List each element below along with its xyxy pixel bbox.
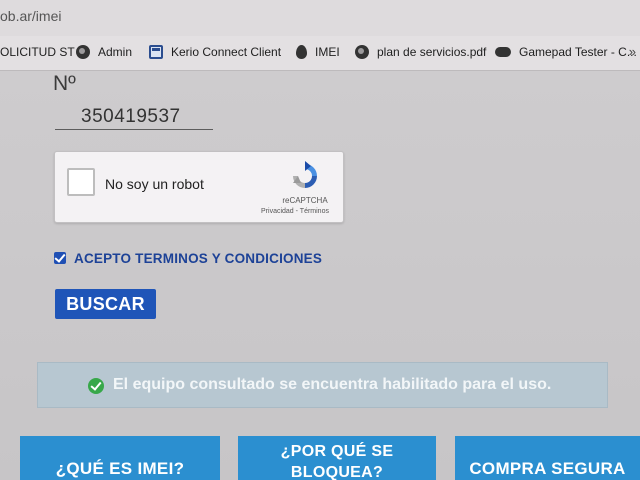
bookmark-plan[interactable]: plan de servicios.pdf	[355, 42, 486, 62]
what-is-imei-label: ¿QUÉ ES IMEI?	[55, 459, 185, 478]
search-button[interactable]: BUSCAR	[55, 289, 156, 319]
terms-label: ACEPTO TERMINOS Y CONDICIONES	[74, 250, 323, 266]
bookmark-solicitud[interactable]: OLICITUD ST	[0, 42, 75, 62]
bookmark-kerio[interactable]: Kerio Connect Client	[149, 42, 281, 62]
bookmark-label: plan de servicios.pdf	[377, 45, 487, 59]
what-is-imei-button[interactable]: ¿QUÉ ES IMEI?	[20, 436, 220, 480]
bookmarks-bar: OLICITUD ST Admin Kerio Connect Client I…	[0, 36, 640, 71]
bookmark-label: Kerio Connect Client	[171, 45, 282, 59]
address-bar[interactable]: ob.ar/imei	[0, 0, 640, 37]
recaptcha-label: No soy un robot	[105, 176, 204, 192]
recaptcha-links[interactable]: Privacidad - Términos	[255, 208, 335, 215]
bookmark-gamepad[interactable]: Gamepad Tester - C...	[495, 42, 637, 62]
kerio-icon	[149, 45, 163, 59]
bookmark-label: Gamepad Tester - C...	[519, 45, 637, 59]
terms-checkbox[interactable]	[54, 252, 66, 264]
drop-icon	[296, 45, 307, 59]
globe-icon	[355, 45, 369, 59]
gamepad-icon	[495, 47, 511, 57]
recaptcha-widget: No soy un robot reCAPTCHA Privacidad - T…	[54, 151, 344, 223]
globe-icon	[76, 45, 90, 59]
bookmark-label: Admin	[98, 45, 133, 59]
why-blocked-label-1: ¿POR QUÉ SE	[280, 443, 394, 460]
safe-purchase-label: COMPRA SEGURA	[469, 459, 626, 478]
url-text[interactable]: ob.ar/imei	[0, 8, 61, 24]
imei-input[interactable]	[55, 104, 213, 130]
safe-purchase-button[interactable]: COMPRA SEGURA	[455, 436, 640, 480]
why-blocked-label-2: BLOQUEA?	[290, 464, 384, 480]
check-circle-icon	[88, 378, 104, 394]
recaptcha-logo-icon	[293, 161, 317, 188]
result-banner: El equipo consultado se encuentra habili…	[37, 362, 608, 408]
terms-row[interactable]: ACEPTO TERMINOS Y CONDICIONES	[54, 248, 322, 268]
number-label: Nº	[53, 72, 76, 95]
result-message: El equipo consultado se encuentra habili…	[113, 376, 552, 393]
recaptcha-checkbox[interactable]	[67, 168, 95, 196]
bookmarks-overflow-icon[interactable]: »	[629, 44, 636, 59]
why-blocked-button[interactable]: ¿POR QUÉ SE BLOQUEA?	[238, 436, 436, 480]
bookmark-label: IMEI	[315, 45, 340, 59]
recaptcha-brand: reCAPTCHA	[282, 196, 328, 205]
bookmark-label: OLICITUD ST	[0, 45, 75, 59]
page: ob.ar/imei OLICITUD ST Admin Kerio Conne…	[0, 0, 640, 480]
bookmark-admin[interactable]: Admin	[76, 42, 132, 62]
bookmark-imei[interactable]: IMEI	[296, 42, 340, 62]
